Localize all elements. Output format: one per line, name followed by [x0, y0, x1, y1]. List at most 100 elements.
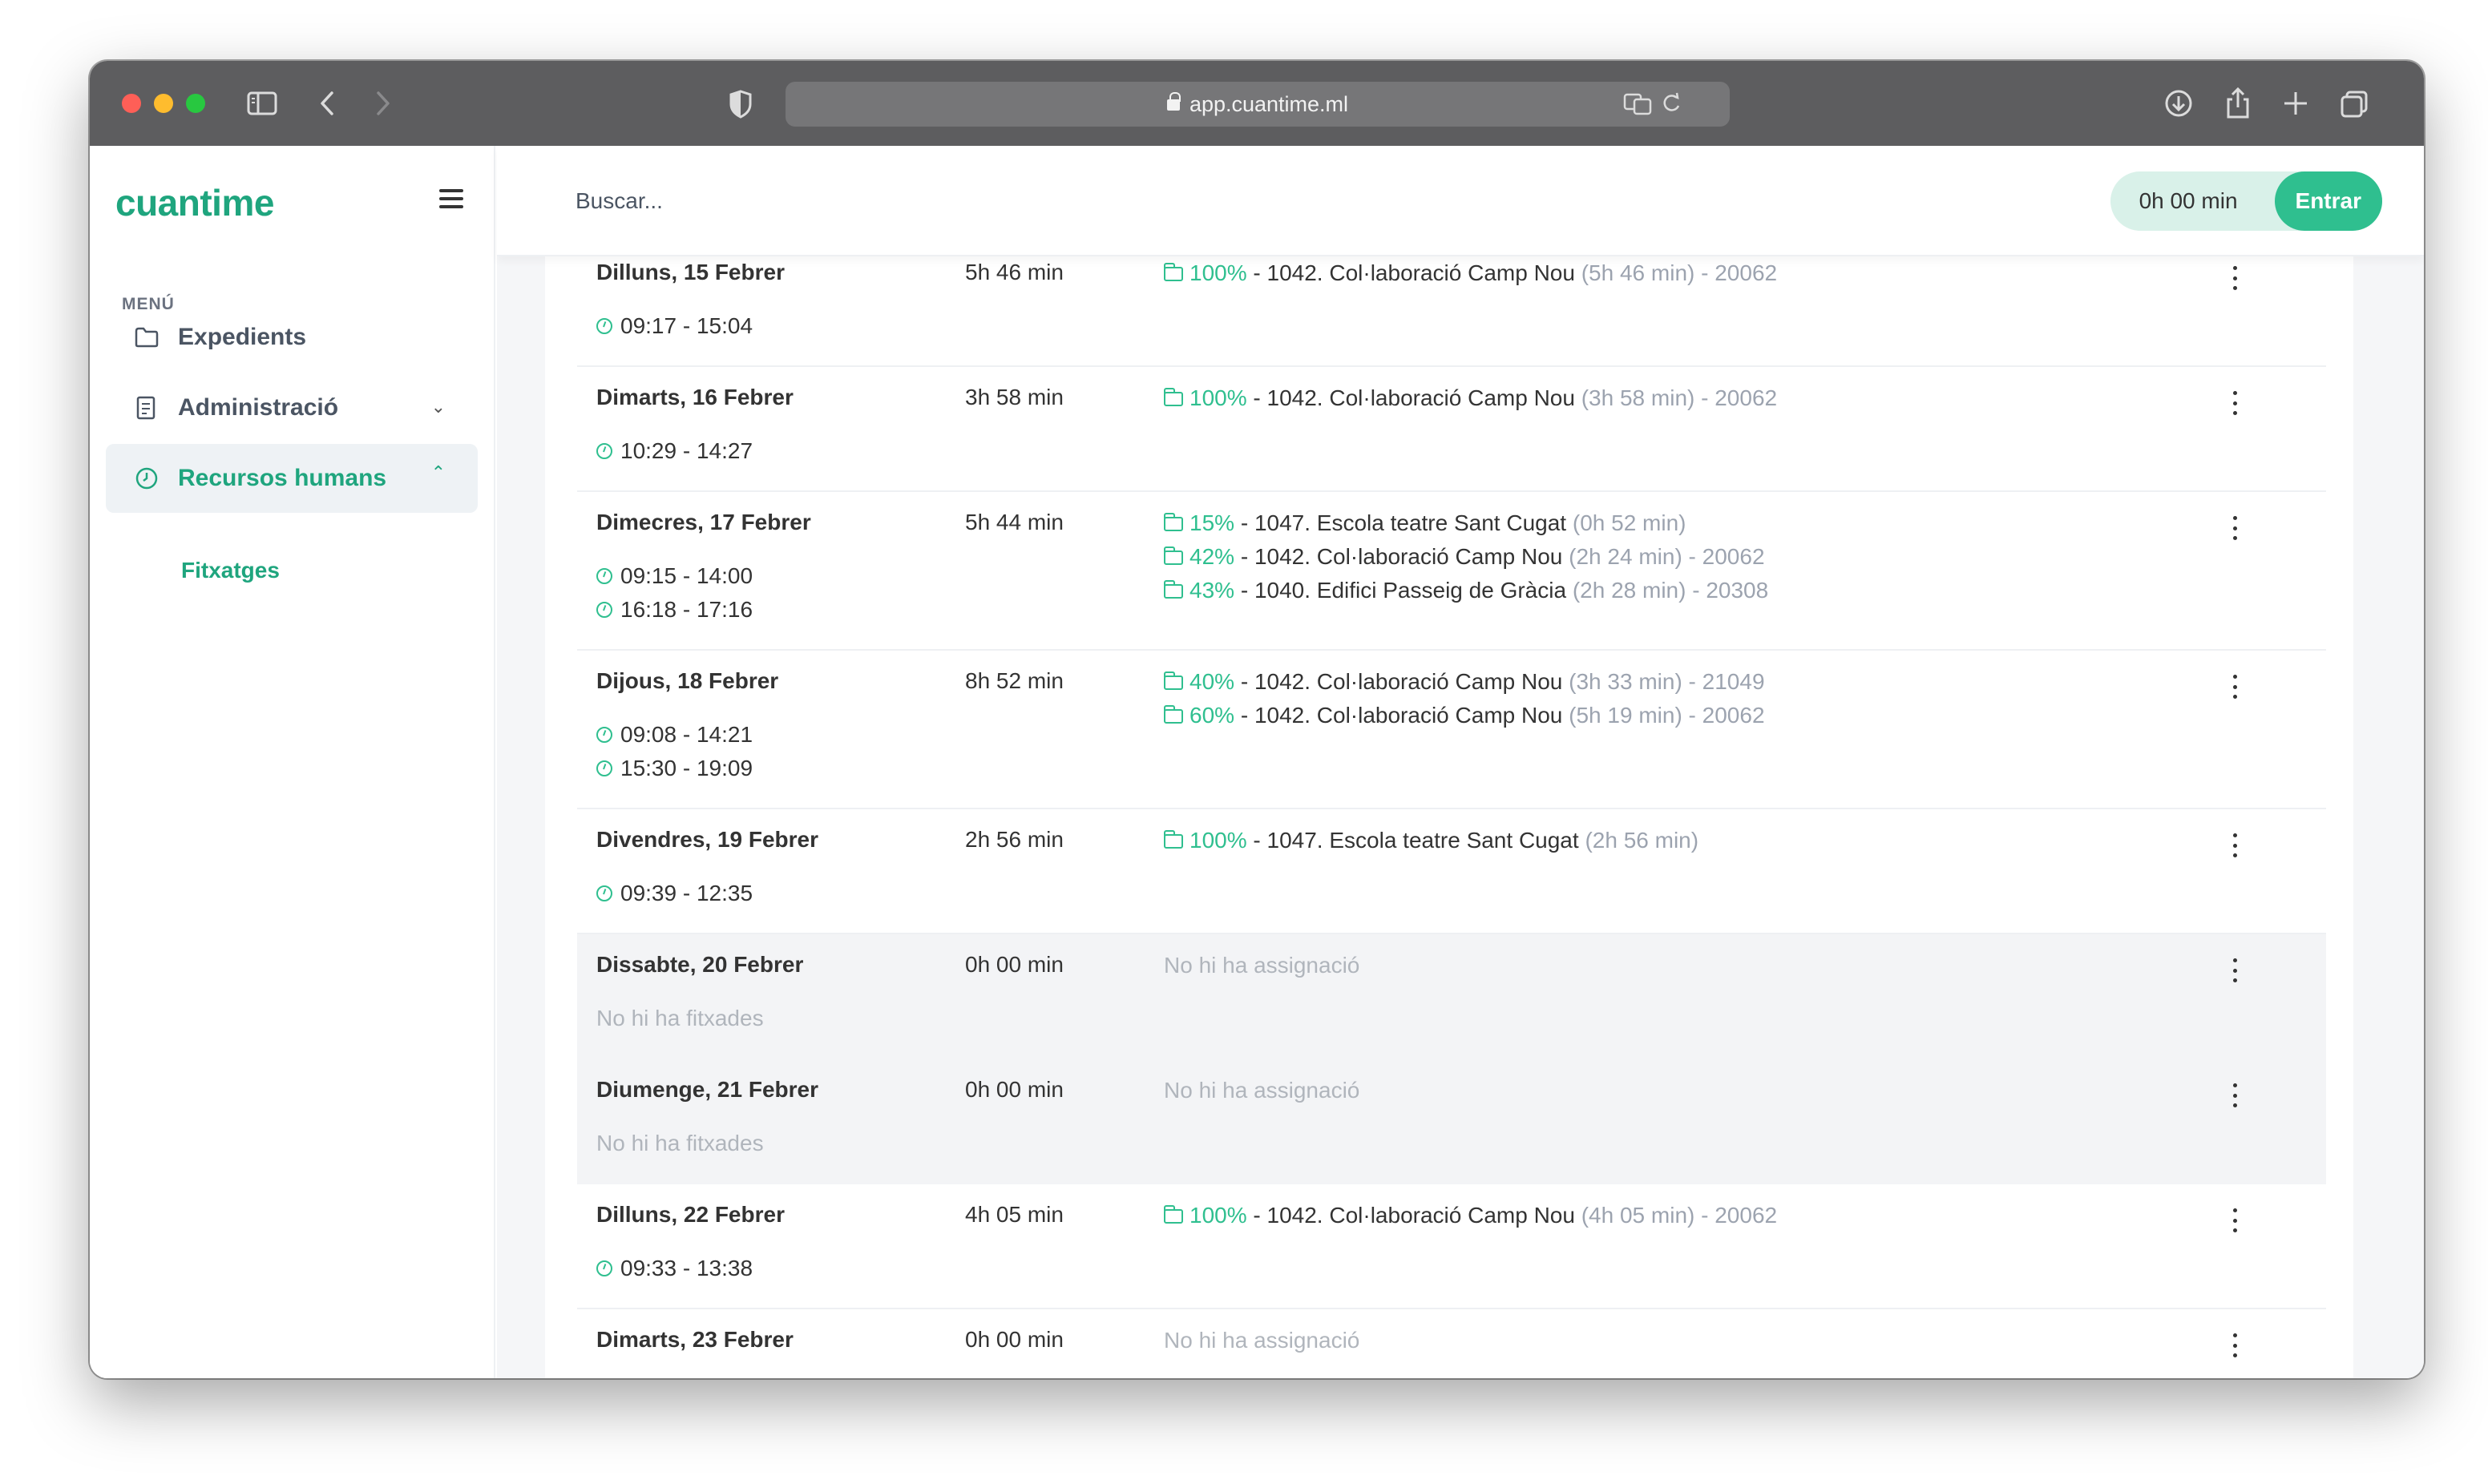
day-label: Diumenge, 21 Febrer	[596, 1077, 818, 1102]
day-label: Dimecres, 17 Febrer	[596, 510, 811, 534]
assignment-separator: -	[1246, 385, 1267, 410]
day-label: Dilluns, 15 Febrer	[596, 260, 785, 284]
more-options-icon[interactable]	[2227, 1208, 2243, 1232]
sidebar-subitem-fitxatges[interactable]: Fitxatges	[181, 558, 280, 583]
timesheet-card: Dilluns, 15 Febrer 5h 46 min 09:17 - 15:04…	[545, 256, 2353, 1378]
time-interval: 09:08 - 14:21	[596, 718, 753, 752]
download-icon[interactable]	[2163, 85, 2195, 122]
assignment-list: 40% - 1042. Col·laboració Camp Nou (3h 3…	[1164, 665, 1765, 732]
day-label: Dimarts, 23 Febrer	[596, 1327, 794, 1352]
more-options-icon[interactable]	[2227, 391, 2243, 415]
more-options-icon[interactable]	[2227, 516, 2243, 540]
folder-icon	[1164, 263, 1183, 281]
interval-text: 16:18 - 17:16	[620, 597, 753, 622]
assignment-space	[1579, 824, 1585, 857]
search-input[interactable]	[576, 181, 1217, 221]
assignment-list: No hi ha assignació	[1164, 1074, 1359, 1107]
time-interval: 16:18 - 17:16	[596, 593, 753, 627]
time-interval: 09:17 - 15:04	[596, 309, 753, 343]
assignment-separator: -	[1246, 260, 1267, 285]
translate-icon[interactable]	[1622, 85, 1654, 122]
assignment-project: 1042. Col·laboració Camp Nou	[1266, 385, 1575, 410]
more-options-icon[interactable]	[2227, 833, 2243, 857]
assignment-item[interactable]: 100% - 1047. Escola teatre Sant Cugat (2…	[1164, 824, 1698, 857]
forward-icon[interactable]	[372, 85, 394, 122]
timesheet-row: Dimarts, 23 Febrer 0h 00 min No hi ha assi…	[577, 1309, 2326, 1378]
no-assignment-text: No hi ha assignació	[1164, 953, 1360, 978]
address-bar[interactable]: app.cuantime.ml	[786, 82, 1730, 127]
day-label: Dissabte, 20 Febrer	[596, 952, 804, 977]
folder-icon	[1164, 388, 1183, 406]
assignment-percent: 100%	[1189, 260, 1247, 285]
clock-icon	[596, 602, 612, 618]
assignment-percent: 42%	[1189, 544, 1235, 569]
assignment-item[interactable]: 60% - 1042. Col·laboració Camp Nou (5h 1…	[1164, 699, 1765, 732]
assignment-list: No hi ha assignació	[1164, 1324, 1359, 1357]
clock-icon	[135, 466, 159, 490]
more-options-icon[interactable]	[2227, 1333, 2243, 1357]
day-total: 5h 46 min	[965, 260, 1064, 284]
assignment-duration: (0h 52 min)	[1572, 510, 1686, 535]
share-icon[interactable]	[2223, 85, 2252, 122]
sidebar-toggle-icon[interactable]	[247, 85, 279, 122]
more-options-icon[interactable]	[2227, 675, 2243, 699]
sidebar-item-recursos-humans[interactable]: Recursos humans ⌃	[106, 444, 478, 513]
tab-overview-icon[interactable]	[2339, 85, 2371, 122]
folder-icon	[1164, 830, 1183, 849]
clock-icon	[596, 443, 612, 459]
assignment-item[interactable]: 43% - 1040. Edifici Passeig de Gràcia (2…	[1164, 574, 1768, 607]
clock-icon	[596, 760, 612, 776]
sidebar-item-label: Expedients	[178, 324, 307, 350]
sidebar-item-expedients[interactable]: Expedients	[106, 303, 478, 372]
back-icon[interactable]	[316, 85, 338, 122]
interval-text: 15:30 - 19:09	[620, 756, 753, 780]
timesheet-row: Dimarts, 16 Febrer 3h 58 min 10:29 - 14:27…	[577, 367, 2326, 492]
assignment-project: 1042. Col·laboració Camp Nou	[1254, 669, 1563, 694]
hamburger-menu-icon[interactable]	[439, 189, 463, 208]
interval-text: 09:39 - 12:35	[620, 881, 753, 905]
assignment-item[interactable]: 100% - 1042. Col·laboració Camp Nou (4h …	[1164, 1199, 1777, 1232]
enter-button[interactable]: Entrar	[2274, 171, 2382, 231]
privacy-shield-icon[interactable]	[728, 85, 753, 122]
logo[interactable]: cuantime	[115, 181, 274, 224]
document-icon	[135, 396, 159, 420]
chevron-down-icon: ⌄	[430, 397, 446, 417]
timesheet-row: Dissabte, 20 Febrer 0h 00 min No hi ha fit…	[577, 934, 2326, 1059]
close-window-button[interactable]	[122, 94, 141, 113]
assignment-list: 100% - 1042. Col·laboració Camp Nou (4h …	[1164, 1199, 1777, 1232]
more-options-icon[interactable]	[2227, 958, 2243, 982]
zoom-window-button[interactable]	[186, 94, 205, 113]
folder-icon	[1164, 705, 1183, 724]
new-tab-icon[interactable]	[2281, 85, 2310, 122]
assignment-project: 1047. Escola teatre Sant Cugat	[1266, 828, 1579, 853]
interval-list: No hi ha fitxades	[596, 1002, 764, 1035]
assignment-item[interactable]: 15% - 1047. Escola teatre Sant Cugat (0h…	[1164, 506, 1768, 540]
assignment-project: 1042. Col·laboració Camp Nou	[1254, 544, 1563, 569]
minimize-window-button[interactable]	[154, 94, 173, 113]
assignment-separator: -	[1246, 828, 1267, 853]
assignment-percent: 43%	[1189, 578, 1235, 603]
sidebar-item-label: Recursos humans	[178, 465, 387, 491]
assignment-percent: 100%	[1189, 1203, 1247, 1228]
timesheet-row: Dilluns, 22 Febrer 4h 05 min 09:33 - 13:38…	[577, 1184, 2326, 1309]
reload-icon[interactable]	[1659, 85, 1683, 122]
assignment-list: 100% - 1042. Col·laboració Camp Nou (3h …	[1164, 381, 1777, 415]
folder-icon	[1164, 580, 1183, 599]
more-options-icon[interactable]	[2227, 266, 2243, 290]
assignment-item[interactable]: 40% - 1042. Col·laboració Camp Nou (3h 3…	[1164, 665, 1765, 699]
assignment-item[interactable]: 42% - 1042. Col·laboració Camp Nou (2h 2…	[1164, 540, 1768, 574]
url-text: app.cuantime.ml	[1189, 92, 1349, 116]
sidebar: cuantime MENÚ Expedients Administració ⌄	[90, 146, 495, 1378]
clock-icon	[596, 318, 612, 334]
assignment-duration: (5h 19 min) - 20062	[1569, 703, 1765, 728]
no-clockings-text: No hi ha fitxades	[596, 1006, 764, 1030]
day-total: 2h 56 min	[965, 827, 1064, 852]
assignment-item[interactable]: 100% - 1042. Col·laboració Camp Nou (5h …	[1164, 256, 1777, 290]
assignment-item[interactable]: 100% - 1042. Col·laboració Camp Nou (3h …	[1164, 381, 1777, 415]
sidebar-item-administracio[interactable]: Administració ⌄	[106, 373, 478, 442]
day-total: 0h 00 min	[965, 1077, 1064, 1102]
assignment-duration: (5h 46 min) - 20062	[1581, 260, 1778, 285]
timesheet-row: Dijous, 18 Febrer 8h 52 min 09:08 - 14:21 1…	[577, 651, 2326, 809]
interval-list: 09:39 - 12:35	[596, 877, 753, 910]
more-options-icon[interactable]	[2227, 1083, 2243, 1107]
